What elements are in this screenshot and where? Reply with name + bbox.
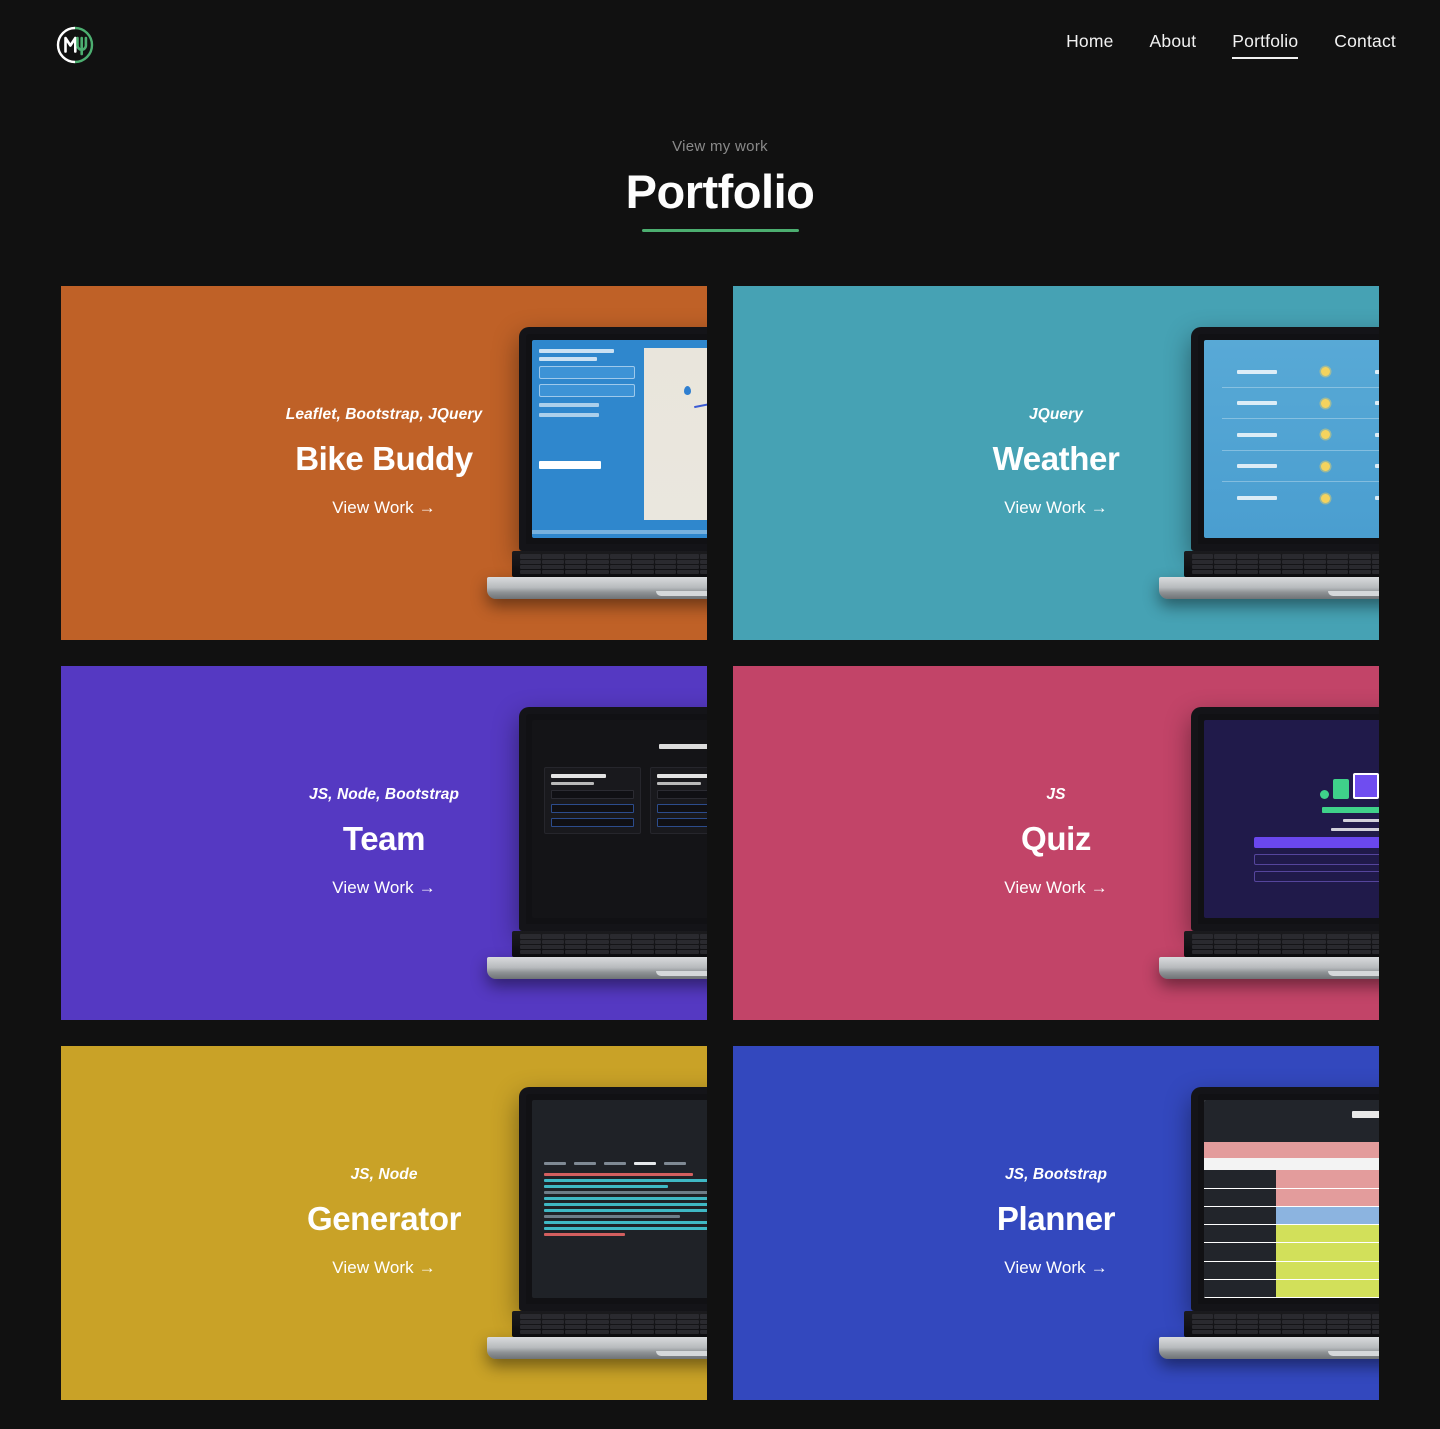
page-title-block: View my work Portfolio bbox=[0, 138, 1440, 233]
project-title: Weather bbox=[992, 440, 1120, 478]
site-header: Home About Portfolio Contact bbox=[0, 0, 1440, 90]
nav-item-about[interactable]: About bbox=[1150, 31, 1197, 59]
project-card-copy: Leaflet, Bootstrap, JQuery Bike Buddy Vi… bbox=[61, 406, 707, 518]
nav-item-portfolio[interactable]: Portfolio bbox=[1232, 31, 1299, 59]
project-card-generator[interactable]: JS, Node Generator View Work → bbox=[61, 1046, 707, 1401]
portfolio-grid: Leaflet, Bootstrap, JQuery Bike Buddy Vi… bbox=[61, 286, 1379, 1401]
nav-item-contact[interactable]: Contact bbox=[1334, 31, 1396, 59]
project-tags: JS, Node, Bootstrap bbox=[308, 786, 460, 804]
project-tags: JS, Bootstrap bbox=[1004, 1166, 1108, 1184]
view-work-link[interactable]: View Work → bbox=[61, 878, 707, 898]
project-tags: JS, Node bbox=[350, 1166, 418, 1184]
project-card-bike-buddy[interactable]: Leaflet, Bootstrap, JQuery Bike Buddy Vi… bbox=[61, 286, 707, 641]
page-eyebrow: View my work bbox=[672, 138, 768, 155]
project-card-copy: JS Quiz View Work → bbox=[733, 786, 1379, 898]
project-card-copy: JS, Node Generator View Work → bbox=[61, 1166, 707, 1278]
project-card-copy: JS, Node, Bootstrap Team View Work → bbox=[61, 786, 707, 898]
view-work-link[interactable]: View Work → bbox=[61, 1258, 707, 1278]
page-title: Portfolio bbox=[625, 165, 815, 218]
title-underline-rule bbox=[641, 229, 799, 233]
nav-item-home[interactable]: Home bbox=[1066, 31, 1113, 59]
project-tags: Leaflet, Bootstrap, JQuery bbox=[285, 406, 483, 424]
project-title: Generator bbox=[306, 1200, 462, 1238]
project-title: Bike Buddy bbox=[295, 440, 473, 478]
project-title: Team bbox=[342, 820, 426, 858]
view-work-link[interactable]: View Work → bbox=[61, 498, 707, 518]
project-card-weather[interactable]: JQuery Weather View Work → bbox=[733, 286, 1379, 641]
view-work-link[interactable]: View Work → bbox=[733, 1258, 1379, 1278]
project-title: Planner bbox=[996, 1200, 1116, 1238]
ml-monogram-icon bbox=[56, 26, 94, 64]
project-card-copy: JQuery Weather View Work → bbox=[733, 406, 1379, 518]
site-logo[interactable] bbox=[56, 26, 94, 64]
project-card-team[interactable]: JS, Node, Bootstrap Team View Work → bbox=[61, 666, 707, 1021]
project-card-planner[interactable]: JS, Bootstrap Planner View Work → bbox=[733, 1046, 1379, 1401]
main-navigation: Home About Portfolio Contact bbox=[1066, 31, 1396, 59]
view-work-link[interactable]: View Work → bbox=[733, 498, 1379, 518]
project-tags: JQuery bbox=[1028, 406, 1084, 424]
view-work-link[interactable]: View Work → bbox=[733, 878, 1379, 898]
project-card-quiz[interactable]: JS Quiz View Work → bbox=[733, 666, 1379, 1021]
project-tags: JS bbox=[1046, 786, 1066, 804]
project-title: Quiz bbox=[1021, 820, 1091, 858]
project-card-copy: JS, Bootstrap Planner View Work → bbox=[733, 1166, 1379, 1278]
